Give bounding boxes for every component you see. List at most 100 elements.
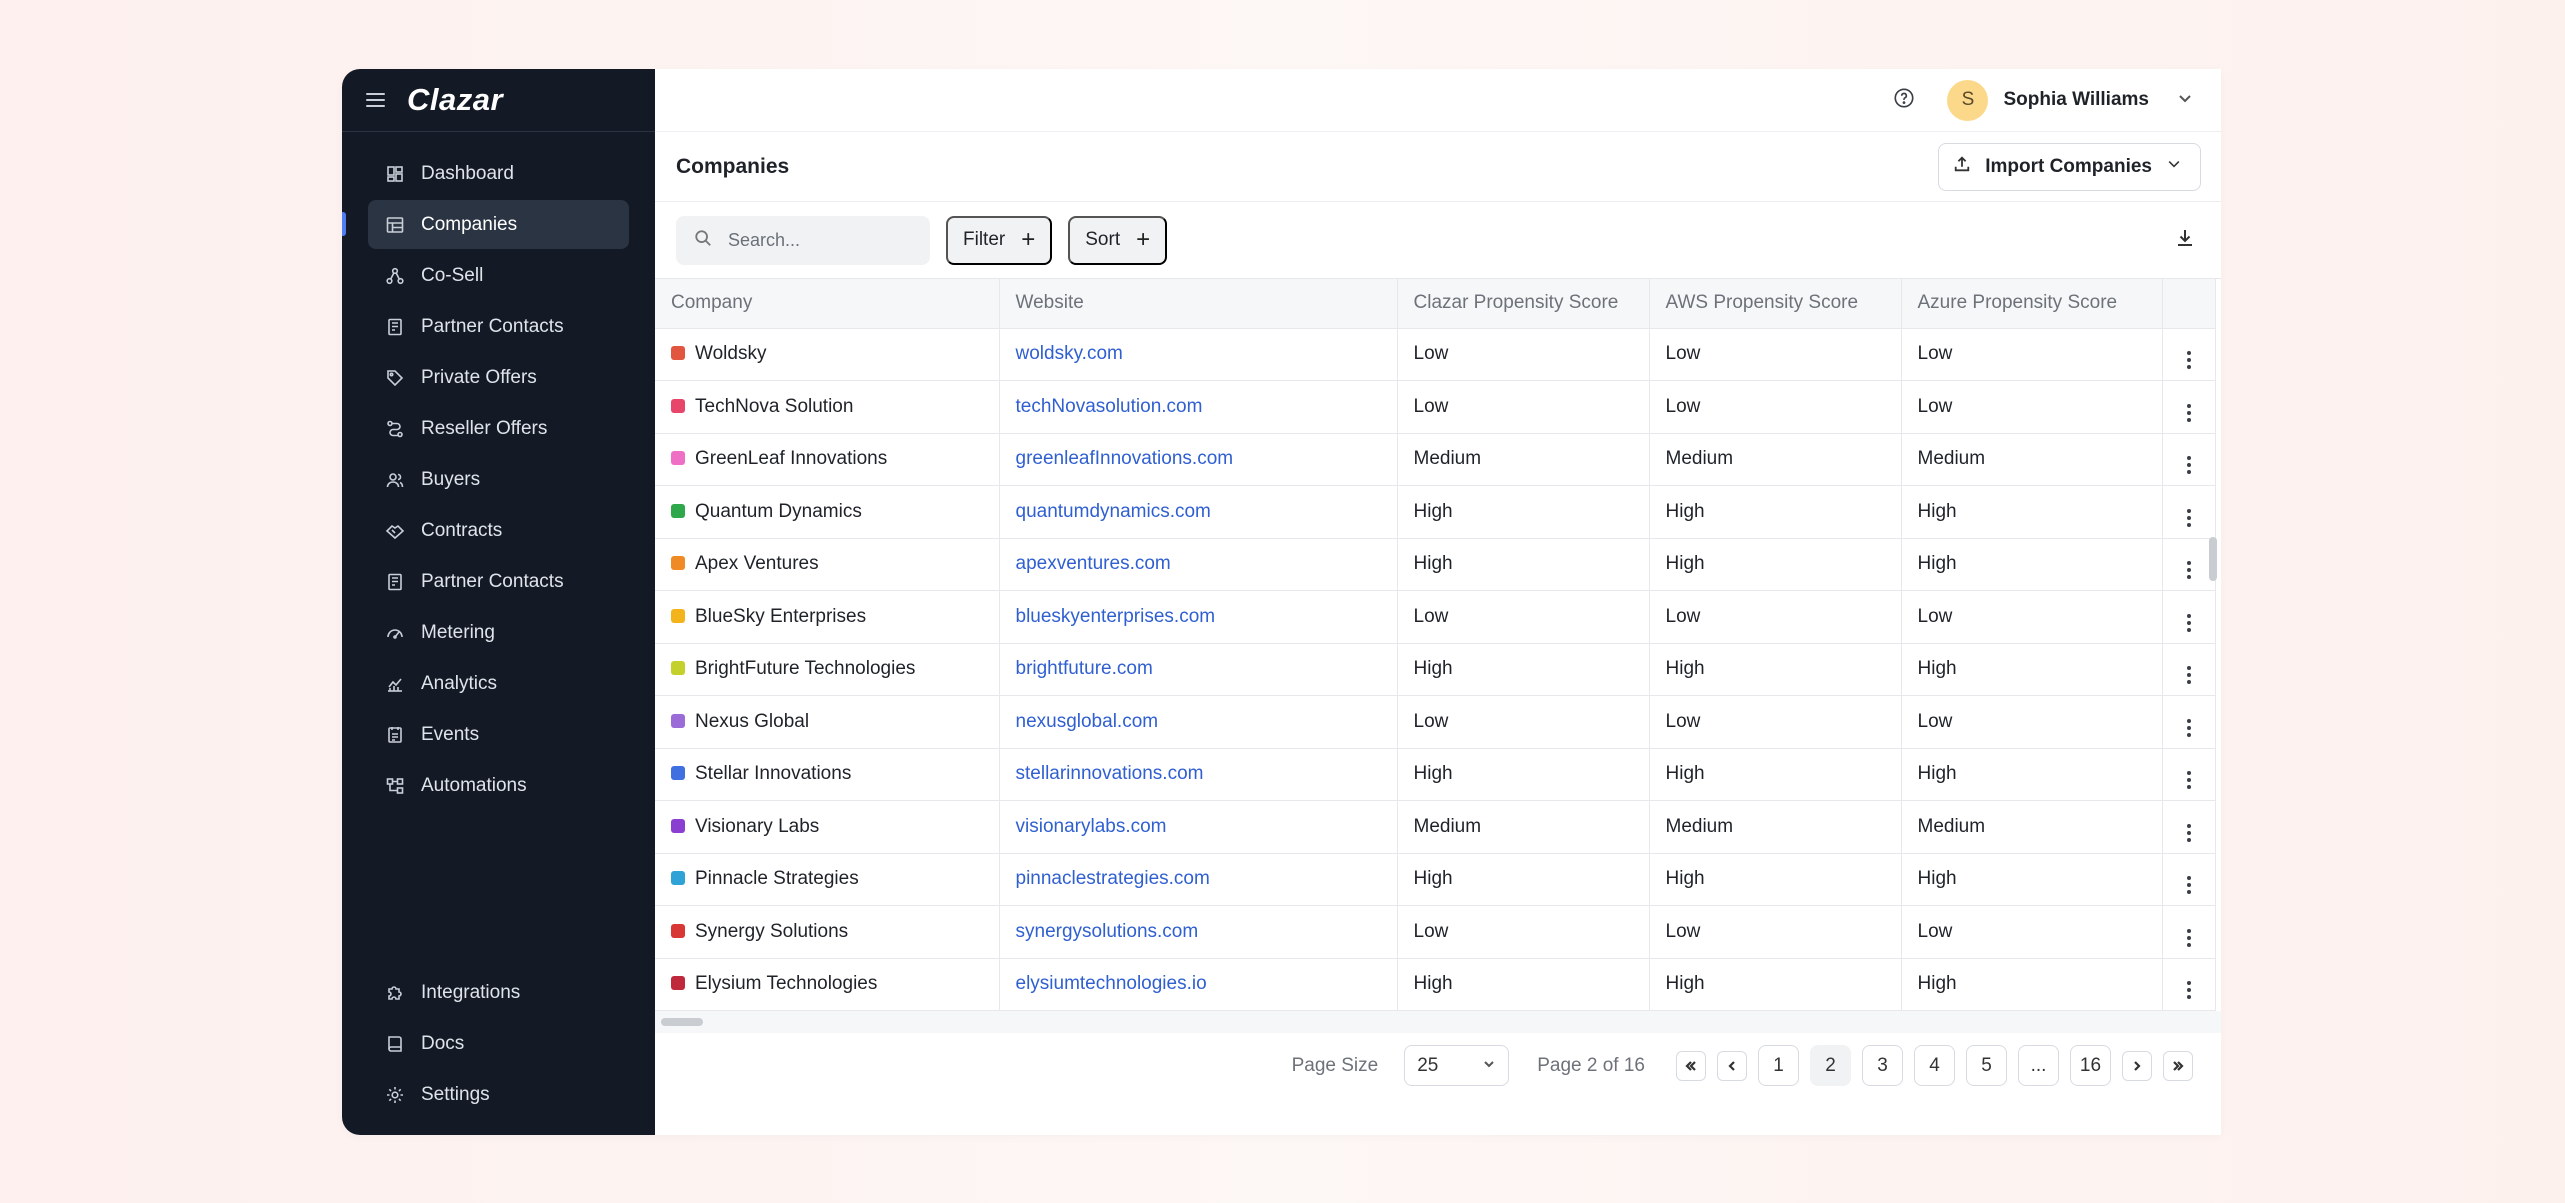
clazar-score-cell: High	[1397, 958, 1650, 1011]
search-input[interactable]	[728, 229, 908, 251]
website-link[interactable]: stellarinnovations.com	[999, 748, 1398, 801]
page-size-select[interactable]: 25	[1404, 1045, 1510, 1086]
first-page-button[interactable]	[1676, 1050, 1706, 1081]
more-vertical-icon[interactable]	[2186, 351, 2191, 370]
sidebar-item-companies[interactable]: Companies	[342, 200, 629, 249]
sidebar-item-integrations[interactable]: Integrations	[368, 968, 629, 1017]
table-row[interactable]: Woldsky woldsky.com Low Low Low	[655, 328, 2216, 381]
column-header-azure-score[interactable]: Azure Propensity Score	[1901, 279, 2163, 329]
sidebar-item-label: Events	[421, 723, 480, 745]
website-link[interactable]: brightfuture.com	[999, 643, 1398, 696]
table-row[interactable]: Nexus Global nexusglobal.com Low Low Low	[655, 695, 2216, 749]
page-button[interactable]: 3	[1862, 1045, 1903, 1086]
column-header-website[interactable]: Website	[999, 279, 1398, 329]
website-link[interactable]: woldsky.com	[999, 328, 1398, 381]
menu-icon[interactable]	[366, 93, 385, 107]
table-row[interactable]: Elysium Technologies elysiumtechnologies.…	[655, 958, 2216, 1011]
last-page-button[interactable]	[2163, 1050, 2193, 1081]
user-name[interactable]: Sophia Williams	[2003, 89, 2149, 111]
table-row[interactable]: BlueSky Enterprises blueskyenterprises.co…	[655, 590, 2216, 644]
column-header-company[interactable]: Company	[655, 279, 1000, 329]
more-vertical-icon[interactable]	[2186, 981, 2191, 1000]
more-vertical-icon[interactable]	[2186, 718, 2191, 737]
sidebar-item-settings[interactable]: Settings	[368, 1070, 629, 1119]
search-box[interactable]	[676, 215, 930, 265]
sidebar-item-contracts[interactable]: Contracts	[368, 506, 629, 555]
more-vertical-icon[interactable]	[2186, 771, 2191, 790]
website-link[interactable]: visionarylabs.com	[999, 800, 1398, 854]
gauge-icon	[385, 623, 405, 643]
column-header-aws-score[interactable]: AWS Propensity Score	[1649, 279, 1902, 329]
table-row[interactable]: Stellar Innovations stellarinnovations.co…	[655, 748, 2216, 801]
chevron-down-icon	[1482, 1055, 1496, 1077]
page-button[interactable]: 5	[1966, 1045, 2007, 1086]
website-link[interactable]: nexusglobal.com	[999, 695, 1398, 749]
aws-score-cell: Medium	[1649, 433, 1902, 486]
table-row[interactable]: GreenLeaf Innovations greenleafInnovation…	[655, 433, 2216, 486]
sidebar-item-partner-contacts[interactable]: Partner Contacts	[368, 557, 629, 606]
sidebar-item-events[interactable]: Events	[368, 710, 629, 759]
sidebar-item-private-offers[interactable]: Private Offers	[368, 353, 629, 402]
more-vertical-icon[interactable]	[2186, 928, 2191, 947]
column-header-clazar-score[interactable]: Clazar Propensity Score	[1397, 279, 1650, 329]
table-row[interactable]: TechNova Solution techNovasolution.com Low…	[655, 380, 2216, 434]
sidebar-item-reseller-offers[interactable]: Reseller Offers	[368, 404, 629, 453]
page-info: Page 2 of 16	[1537, 1054, 1645, 1076]
sidebar-item-automations[interactable]: Automations	[368, 761, 629, 810]
website-link[interactable]: apexventures.com	[999, 538, 1398, 591]
page-button[interactable]: 1	[1758, 1045, 1799, 1086]
more-vertical-icon[interactable]	[2186, 823, 2191, 842]
aws-score-cell: Low	[1649, 380, 1902, 434]
filter-label: Filter	[963, 229, 1006, 250]
row-actions-cell	[2162, 853, 2216, 906]
table-row[interactable]: Pinnacle Strategies pinnaclestrategies.co…	[655, 853, 2216, 906]
more-vertical-icon[interactable]	[2186, 666, 2191, 685]
sort-button[interactable]: Sort +	[1068, 215, 1168, 265]
website-link[interactable]: greenleafInnovations.com	[999, 433, 1398, 486]
website-link[interactable]: techNovasolution.com	[999, 380, 1398, 434]
table-row[interactable]: Synergy Solutions synergysolutions.com Low…	[655, 905, 2216, 959]
import-companies-button[interactable]: Import Companies	[1938, 142, 2201, 191]
aws-score-cell: Low	[1649, 905, 1902, 959]
table-row[interactable]: Quantum Dynamics quantumdynamics.com High H…	[655, 485, 2216, 539]
sidebar-item-docs[interactable]: Docs	[368, 1019, 629, 1068]
website-link[interactable]: elysiumtechnologies.io	[999, 958, 1398, 1011]
more-vertical-icon[interactable]	[2186, 508, 2191, 527]
website-link[interactable]: pinnaclestrategies.com	[999, 853, 1398, 906]
next-page-button[interactable]	[2122, 1050, 2152, 1081]
row-actions-cell	[2162, 380, 2216, 434]
sidebar-item-buyers[interactable]: Buyers	[368, 455, 629, 504]
more-vertical-icon[interactable]	[2186, 876, 2191, 895]
sidebar-item-analytics[interactable]: Analytics	[368, 659, 629, 708]
aws-score-cell: Low	[1649, 590, 1902, 644]
page-button[interactable]: 2	[1810, 1045, 1851, 1086]
users-icon	[385, 470, 405, 490]
table-row[interactable]: Visionary Labs visionarylabs.com Medium Med…	[655, 800, 2216, 854]
website-link[interactable]: quantumdynamics.com	[999, 485, 1398, 539]
sidebar-item-dashboard[interactable]: Dashboard	[368, 149, 629, 198]
horizontal-scrollbar[interactable]	[661, 1018, 703, 1026]
more-vertical-icon[interactable]	[2186, 561, 2191, 580]
vertical-scrollbar[interactable]	[2209, 537, 2217, 581]
book-icon	[385, 1034, 405, 1054]
import-companies-label: Import Companies	[1985, 155, 2152, 177]
prev-page-button[interactable]	[1717, 1050, 1747, 1081]
table-row[interactable]: Apex Ventures apexventures.com High High Hig…	[655, 538, 2216, 591]
website-link[interactable]: synergysolutions.com	[999, 905, 1398, 959]
page-button[interactable]: 4	[1914, 1045, 1955, 1086]
more-vertical-icon[interactable]	[2186, 403, 2191, 422]
table-row[interactable]: BrightFuture Technologies brightfuture.co…	[655, 643, 2216, 696]
sidebar-item-partner-contacts[interactable]: Partner Contacts	[368, 302, 629, 351]
more-vertical-icon[interactable]	[2186, 456, 2191, 475]
more-vertical-icon[interactable]	[2186, 613, 2191, 632]
chevron-down-icon[interactable]	[2177, 90, 2193, 111]
page-button[interactable]: 16	[2070, 1045, 2111, 1086]
filter-button[interactable]: Filter +	[946, 215, 1053, 265]
company-cell: Synergy Solutions	[655, 905, 1000, 959]
sidebar-item-metering[interactable]: Metering	[368, 608, 629, 657]
help-icon[interactable]	[1893, 87, 1915, 114]
website-link[interactable]: blueskyenterprises.com	[999, 590, 1398, 644]
avatar[interactable]: S	[1947, 79, 1989, 121]
sidebar-item-co-sell[interactable]: Co-Sell	[368, 251, 629, 300]
download-icon[interactable]	[2174, 227, 2196, 254]
